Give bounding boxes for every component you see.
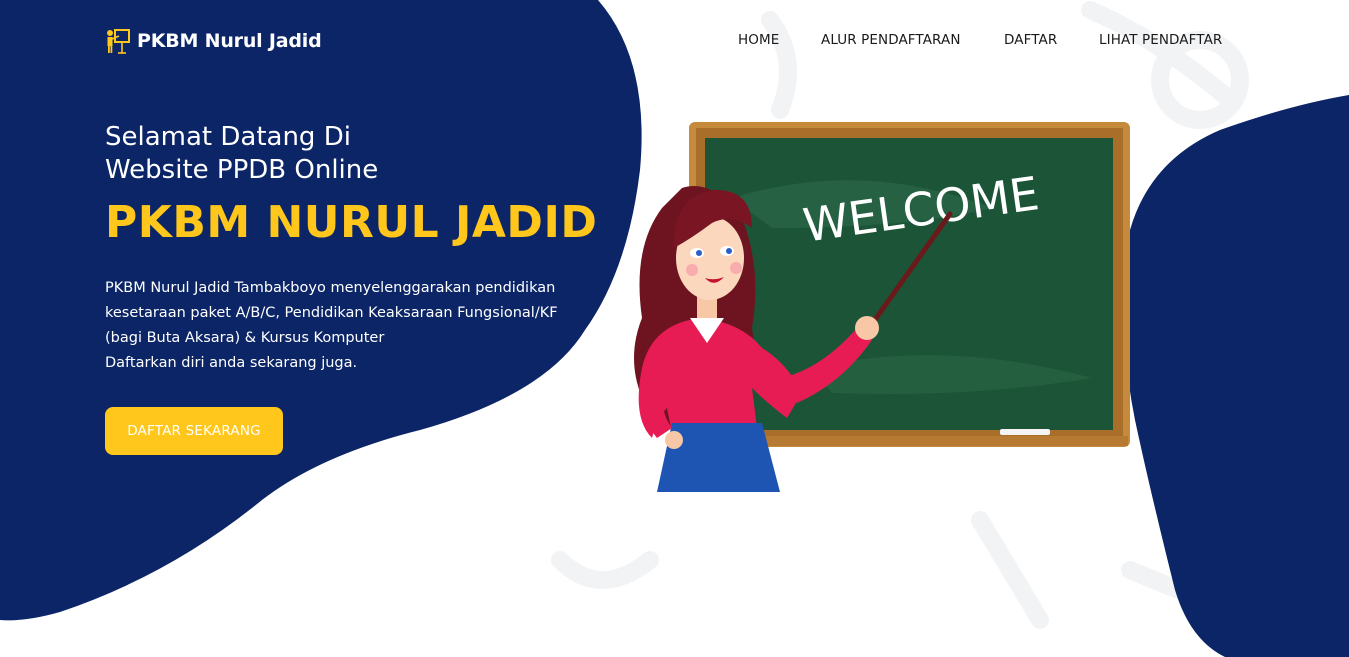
nav-alur-pendaftaran[interactable]: ALUR PENDAFTARAN: [821, 32, 961, 48]
description-line: kesetaraan paket A/B/C, Pendidikan Keaks…: [105, 305, 558, 321]
hero-subtitle-line: Selamat Datang Di: [105, 122, 351, 152]
main-nav: HOME ALUR PENDAFTARAN DAFTAR LIHAT PENDA…: [0, 32, 1349, 52]
daftar-sekarang-button[interactable]: DAFTAR SEKARANG: [105, 407, 283, 455]
hero-title: PKBM NURUL JADID: [105, 197, 598, 248]
hero-subtitle: Selamat Datang Di Website PPDB Online: [105, 121, 378, 187]
nav-home[interactable]: HOME: [738, 32, 779, 48]
hero-subtitle-line: Website PPDB Online: [105, 155, 379, 185]
nav-lihat-pendaftar[interactable]: LIHAT PENDAFTAR: [1099, 32, 1222, 48]
hero-description: PKBM Nurul Jadid Tambakboyo menyelenggar…: [105, 276, 645, 376]
teacher-chalkboard-illustration: WELCOME: [634, 122, 1130, 492]
description-line: (bagi Buta Aksara) & Kursus Komputer: [105, 330, 385, 346]
description-line: Daftarkan diri anda sekarang juga.: [105, 355, 358, 371]
description-line: PKBM Nurul Jadid Tambakboyo menyelenggar…: [105, 280, 556, 296]
nav-daftar[interactable]: DAFTAR: [1004, 32, 1057, 48]
